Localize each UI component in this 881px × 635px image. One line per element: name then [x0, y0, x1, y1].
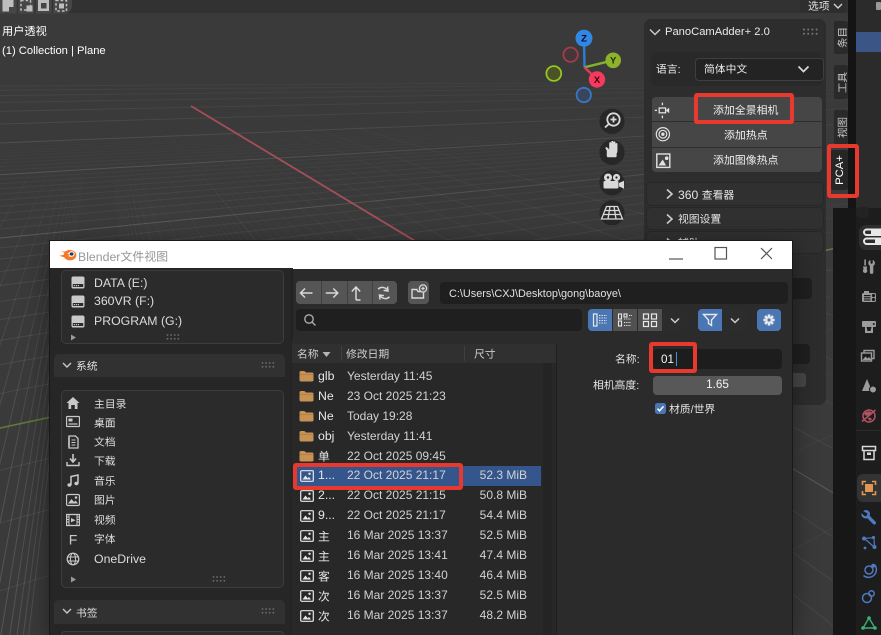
svg-text::: : — [637, 354, 640, 366]
svg-text::: : — [636, 379, 639, 391]
svg-text:Z: Z — [581, 34, 587, 45]
svg-text:Y: Y — [610, 56, 617, 67]
svg-text:360: 360 — [678, 187, 699, 201]
svg-text:Blender: Blender — [78, 249, 120, 263]
svg-text:X: X — [594, 75, 601, 86]
svg-text::: : — [678, 64, 681, 76]
svg-text:/: / — [690, 404, 693, 416]
svg-text:F: F — [69, 532, 78, 546]
